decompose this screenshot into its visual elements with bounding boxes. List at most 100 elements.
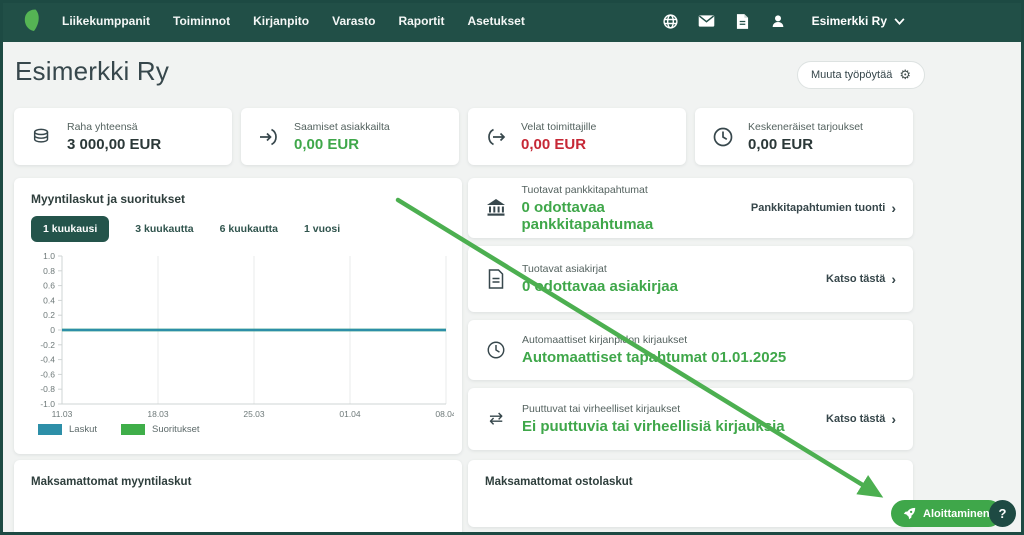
clock-icon [712, 126, 734, 148]
svg-text:18.03: 18.03 [147, 409, 169, 419]
suoritukset-swatch [121, 424, 145, 435]
svg-text:-0.6: -0.6 [40, 369, 55, 379]
nav-item-varasto[interactable]: Varasto [332, 14, 375, 28]
svg-text:0.4: 0.4 [43, 295, 55, 305]
link-label: Katso tästä [826, 413, 885, 425]
svg-text:-0.2: -0.2 [40, 340, 55, 350]
legend-label: Laskut [69, 424, 97, 435]
tab-6-months[interactable]: 6 kuukautta [220, 223, 278, 235]
nav-item-asetukset[interactable]: Asetukset [467, 14, 524, 28]
tab-1-year[interactable]: 1 vuosi [304, 223, 340, 235]
stat-label: Velat toimittajille [521, 121, 596, 133]
stat-label: Raha yhteensä [67, 121, 161, 133]
chevron-right-icon: › [891, 412, 896, 426]
link-label: Pankkitapahtumien tuonti [751, 202, 885, 214]
panel-label: Puuttuvat tai virheelliset kirjaukset [522, 403, 785, 415]
chevron-down-icon [894, 18, 905, 25]
main-menu: Liikekumppanit Toiminnot Kirjanpito Vara… [62, 14, 525, 28]
svg-text:0.6: 0.6 [43, 281, 55, 291]
globe-icon[interactable] [662, 13, 679, 30]
svg-text:01.04: 01.04 [339, 409, 361, 419]
svg-text:0.2: 0.2 [43, 310, 55, 320]
rocket-icon [903, 507, 916, 520]
panel-label: Tuotavat pankkitapahtumat [522, 184, 736, 196]
user-icon[interactable] [770, 13, 787, 30]
stat-cards-row: Raha yhteensä 3 000,00 EUR Saamiset asia… [14, 108, 913, 165]
arrow-in-icon [258, 126, 280, 148]
stat-value: 0,00 EUR [521, 136, 596, 153]
stat-card-receivables[interactable]: Saamiset asiakkailta 0,00 EUR [241, 108, 459, 165]
stat-card-payables[interactable]: Velat toimittajille 0,00 EUR [468, 108, 686, 165]
document-icon[interactable] [734, 13, 751, 30]
panel-bank-transactions[interactable]: Tuotavat pankkitapahtumat 0 odottavaa pa… [468, 178, 913, 238]
panel-label: Tuotavat asiakirjat [522, 263, 678, 275]
documents-link[interactable]: Katso tästä › [826, 272, 896, 286]
stat-card-open-offers[interactable]: Keskeneräiset tarjoukset 0,00 EUR [695, 108, 913, 165]
company-switcher[interactable]: Esimerkki Ry [812, 14, 905, 28]
nav-item-toiminnot[interactable]: Toiminnot [173, 14, 230, 28]
card-title: Maksamattomat ostolaskut [468, 460, 913, 488]
panel-label: Automaattiset kirjanpidon kirjaukset [522, 334, 786, 346]
legend-item-laskut: Laskut [38, 424, 97, 435]
chevron-right-icon: › [891, 201, 896, 215]
svg-text:0.8: 0.8 [43, 266, 55, 276]
bank-icon [485, 198, 507, 218]
unpaid-purchase-invoices-card: Maksamattomat ostolaskut [468, 460, 913, 527]
tab-3-months[interactable]: 3 kuukautta [135, 223, 193, 235]
svg-text:-0.4: -0.4 [40, 355, 55, 365]
app-logo-leaf-icon[interactable] [21, 8, 41, 34]
svg-text:11.03: 11.03 [52, 409, 73, 419]
chart-legend: Laskut Suoritukset [38, 424, 200, 435]
svg-text:08.04: 08.04 [435, 409, 454, 419]
unpaid-sales-invoices-card: Maksamattomat myyntilaskut [14, 460, 462, 535]
navbar-right: Esimerkki Ry [662, 13, 905, 30]
stat-value: 3 000,00 EUR [67, 136, 161, 153]
gear-icon: ⚙ [899, 69, 911, 82]
getting-started-button[interactable]: Aloittaminen [891, 500, 1002, 527]
chevron-right-icon: › [891, 272, 896, 286]
panel-status: 0 odottavaa pankkitapahtumaa [522, 199, 736, 233]
stat-card-total-money[interactable]: Raha yhteensä 3 000,00 EUR [14, 108, 232, 165]
help-button[interactable]: ? [989, 500, 1016, 527]
nav-item-raportit[interactable]: Raportit [398, 14, 444, 28]
missing-entries-link[interactable]: Katso tästä › [826, 412, 896, 426]
panel-incoming-documents[interactable]: Tuotavat asiakirjat 0 odottavaa asiakirj… [468, 246, 913, 312]
arrow-out-icon [485, 126, 507, 148]
panel-status: Ei puuttuvia tai virheellisiä kirjauksia [522, 418, 785, 435]
stat-value: 0,00 EUR [748, 136, 863, 153]
mail-icon[interactable] [698, 13, 715, 30]
panel-automatic-entries[interactable]: Automaattiset kirjanpidon kirjaukset Aut… [468, 320, 913, 380]
svg-text:25.03: 25.03 [243, 409, 265, 419]
svg-text:0: 0 [50, 325, 55, 335]
svg-text:-0.8: -0.8 [40, 384, 55, 394]
laskut-swatch [38, 424, 62, 435]
swap-icon: ⇄ [485, 411, 507, 428]
getting-started-label: Aloittaminen [923, 508, 990, 520]
stat-value: 0,00 EUR [294, 136, 390, 153]
stat-label: Keskeneräiset tarjoukset [748, 121, 863, 133]
page-title: Esimerkki Ry [15, 56, 169, 87]
nav-item-kirjanpito[interactable]: Kirjanpito [253, 14, 309, 28]
clock-icon [485, 340, 507, 360]
top-navbar: Liikekumppanit Toiminnot Kirjanpito Vara… [0, 0, 1024, 42]
chart-range-tabs: 1 kuukausi 3 kuukautta 6 kuukautta 1 vuo… [31, 216, 340, 242]
change-desktop-label: Muuta työpöytää [811, 69, 892, 81]
document-icon [485, 269, 507, 289]
sales-chart-card: Myyntilaskut ja suoritukset 1 kuukausi 3… [14, 178, 462, 454]
panel-status: 0 odottavaa asiakirjaa [522, 278, 678, 295]
legend-label: Suoritukset [152, 424, 200, 435]
chart-title: Myyntilaskut ja suoritukset [31, 192, 185, 206]
change-desktop-button[interactable]: Muuta työpöytää ⚙ [797, 61, 925, 89]
dashboard-page: Liikekumppanit Toiminnot Kirjanpito Vara… [0, 0, 1024, 535]
company-name: Esimerkki Ry [812, 14, 887, 28]
svg-text:-1.0: -1.0 [40, 399, 55, 409]
panel-status: Automaattiset tapahtumat 01.01.2025 [522, 349, 786, 366]
stat-label: Saamiset asiakkailta [294, 121, 390, 133]
svg-text:1.0: 1.0 [43, 251, 55, 261]
card-title: Maksamattomat myyntilaskut [14, 460, 462, 488]
tab-1-month[interactable]: 1 kuukausi [31, 216, 109, 242]
nav-item-liikekumppanit[interactable]: Liikekumppanit [62, 14, 150, 28]
panel-missing-entries[interactable]: ⇄ Puuttuvat tai virheelliset kirjaukset … [468, 388, 913, 450]
bank-import-link[interactable]: Pankkitapahtumien tuonti › [751, 201, 896, 215]
coins-icon [31, 125, 53, 149]
